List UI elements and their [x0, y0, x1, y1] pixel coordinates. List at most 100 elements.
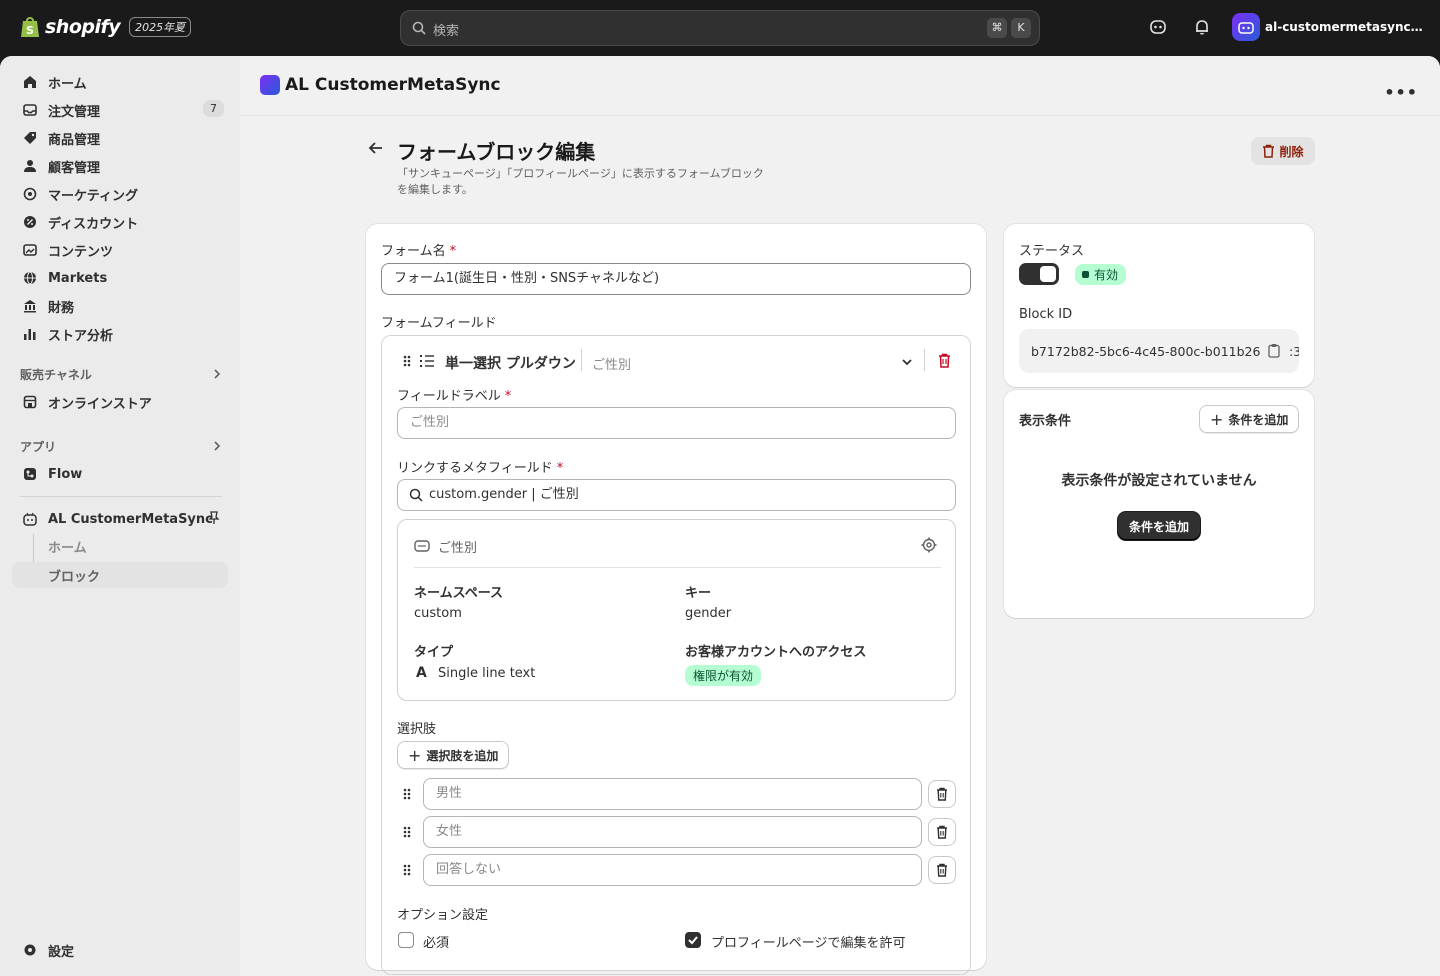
delete-choice-button-1[interactable] [928, 780, 956, 808]
trash-icon [937, 863, 947, 877]
type-label: タイプ [414, 645, 454, 660]
sidebar-item-customers[interactable]: 顧客管理 [12, 152, 228, 180]
search-placeholder: 検索 [433, 24, 460, 39]
trash-icon [937, 787, 947, 801]
bank-icon [22, 298, 38, 314]
drag-handle-icon[interactable] [402, 863, 412, 881]
sidebar-item-label: Flow [48, 466, 83, 482]
status-dot [1082, 271, 1089, 278]
chevron-down-icon[interactable] [901, 356, 913, 371]
shopify-bag-icon: S [20, 15, 40, 39]
clipboard-icon[interactable] [1268, 343, 1280, 362]
block-id-label: Block ID [1019, 307, 1073, 322]
divider [414, 567, 941, 568]
metafield-search-input[interactable]: custom.gender | ご性別 [397, 479, 956, 511]
metafield-search-value: custom.gender | ご性別 [429, 487, 579, 502]
block-id-overflow: :3 [1289, 344, 1299, 359]
choice-input-2[interactable]: 女性 [423, 816, 922, 848]
access-badge: 権限が有効 [685, 665, 762, 686]
delete-button[interactable]: 削除 [1251, 137, 1315, 165]
sidebar-item-label: 注文管理 [48, 104, 101, 120]
sidebar-item-analytics[interactable]: ストア分析 [12, 320, 228, 348]
sidekick-icon[interactable] [1149, 18, 1167, 40]
sidebar-item-products[interactable]: 商品管理 [12, 124, 228, 152]
status-card: ステータス 有効 Block ID b7172b82-5bc6-4c45-800… [1004, 224, 1314, 387]
notification-bell-icon[interactable] [1193, 18, 1211, 40]
inbox-icon [22, 102, 38, 118]
home-icon [22, 74, 38, 90]
required-checkbox[interactable] [398, 932, 414, 948]
drag-handle-icon[interactable] [402, 354, 412, 372]
top-bar: S shopify 2025年夏 検索 ⌘ K al-customermetas… [0, 0, 1440, 56]
add-condition-primary-button[interactable]: 条件を追加 [1118, 512, 1200, 540]
gear-icon[interactable] [921, 537, 937, 557]
sidebar-item-content[interactable]: コンテンツ [12, 236, 228, 264]
add-choice-button[interactable]: + 選択肢を追加 [397, 741, 510, 769]
key-label: キー [685, 586, 712, 601]
storefront-icon [22, 394, 38, 410]
pin-icon[interactable] [208, 511, 220, 529]
metafield-name: ご性別 [438, 541, 478, 556]
sidebar-item-orders[interactable]: 注文管理 7 [12, 96, 228, 124]
delete-label: 削除 [1279, 144, 1304, 159]
chevron-right-icon[interactable] [212, 368, 222, 384]
sidebar-item-markets[interactable]: Markets [12, 264, 228, 292]
delete-choice-button-3[interactable] [928, 856, 956, 884]
field-type-sub: ご性別 [592, 358, 632, 373]
search-icon [409, 488, 423, 502]
profile-edit-checkbox[interactable] [685, 932, 701, 948]
page-subtitle: 「サンキューページ」「プロフィールページ」に表示するフォームブロックを編集します… [397, 167, 764, 196]
list-numbered-icon [419, 353, 435, 373]
status-label: ステータス [1019, 244, 1085, 259]
apps-heading[interactable]: アプリ [20, 438, 56, 455]
app-title: AL CustomerMetaSync [260, 75, 501, 95]
trash-icon [1263, 144, 1275, 158]
required-checkbox-label: 必須 [423, 936, 450, 951]
field-type-label: 単一選択 プルダウン [445, 356, 576, 372]
sidebar-item-finance[interactable]: 財務 [12, 292, 228, 320]
add-condition-button[interactable]: + 条件を追加 [1199, 405, 1300, 433]
shortcut-k-key: K [1011, 18, 1031, 38]
shopify-logo[interactable]: S shopify 2025年夏 [20, 15, 192, 39]
checkmark-icon [688, 936, 698, 945]
sidebar-item-flow[interactable]: Flow [12, 460, 228, 488]
sales-channels-heading[interactable]: 販売チャネル [20, 366, 92, 383]
form-name-input[interactable]: フォーム1(誕生日・性別・SNSチャネルなど) [381, 263, 971, 295]
choice-input-3[interactable]: 回答しない [423, 854, 922, 886]
sidebar-subitem-app-home[interactable]: ホーム [12, 533, 228, 559]
sidebar-item-marketing[interactable]: マーケティング [12, 180, 228, 208]
status-badge: 有効 [1075, 264, 1127, 285]
image-icon [22, 242, 38, 258]
app-icon [260, 75, 280, 95]
sidebar-item-settings[interactable]: 設定 [12, 936, 228, 964]
status-toggle[interactable] [1019, 263, 1059, 285]
sidebar-subitem-block[interactable]: ブロック [12, 562, 228, 588]
drag-handle-icon[interactable] [402, 825, 412, 843]
more-actions-icon[interactable]: ••• [1384, 83, 1418, 102]
chevron-right-icon[interactable] [212, 440, 222, 456]
form-name-label: フォーム名 * [381, 244, 457, 259]
app-header: AL CustomerMetaSync ••• [240, 56, 1440, 116]
globe-icon [22, 270, 38, 286]
store-switcher[interactable]: al-customermetasync-de... [1232, 13, 1425, 41]
store-name: al-customermetasync-de... [1265, 20, 1425, 34]
drag-handle-icon[interactable] [402, 787, 412, 805]
profile-edit-checkbox-label: プロフィールページで編集を許可 [711, 936, 906, 951]
search-bar[interactable]: 検索 ⌘ K [400, 10, 1040, 46]
delete-field-trash-icon[interactable] [938, 353, 951, 372]
tag-icon [22, 130, 38, 146]
back-arrow-icon[interactable] [368, 140, 384, 160]
choice-input-1[interactable]: 男性 [423, 778, 922, 810]
sidebar-item-online-store[interactable]: オンラインストア [12, 388, 228, 416]
block-id-field[interactable]: b7172b82-5bc6-4c45-800c-b011b26 :3 [1019, 329, 1299, 373]
sidebar-item-discounts[interactable]: ディスカウント [12, 208, 228, 236]
field-label-input[interactable]: ご性別 [397, 407, 956, 439]
trash-icon [937, 825, 947, 839]
delete-choice-button-2[interactable] [928, 818, 956, 846]
page-title: フォームブロック編集 [397, 140, 596, 164]
metafield-detail-card: ご性別 ネームスペース custom キー gender タイプ A Singl… [397, 519, 956, 701]
sidebar-item-home[interactable]: ホーム [12, 68, 228, 96]
add-condition-label: 条件を追加 [1228, 412, 1289, 427]
sidebar-item-label: AL CustomerMetaSync [48, 511, 213, 527]
sidebar-item-app-customermetasync[interactable]: AL CustomerMetaSync [12, 505, 228, 533]
